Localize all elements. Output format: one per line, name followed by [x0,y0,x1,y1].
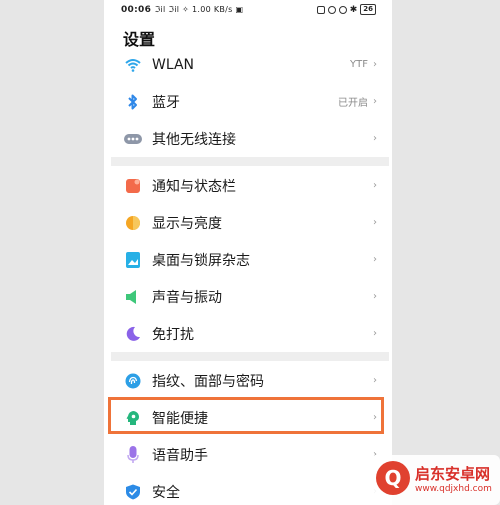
chevron-right-icon: › [373,133,377,144]
moon-icon [124,325,142,343]
watermark-title: 启东安卓网 [415,465,491,483]
bluetooth-status-icon: ✱ [349,4,358,15]
shield-icon [124,483,142,501]
chevron-right-icon: › [373,180,377,191]
settings-item-label: 语音助手 [152,447,208,464]
battery-icon: 26 [360,4,376,15]
settings-item-sound[interactable]: 声音与振动 › [104,278,392,315]
status-signals: ℑil ℑil ✧ 1.00 KB/s ▣ [154,5,244,14]
wallpaper-icon [124,251,142,269]
watermark: Q 启东安卓网 www.qdjxhd.com [370,455,500,505]
settings-item-label: 免打扰 [152,326,194,343]
chevron-right-icon: › [373,217,377,228]
fingerprint-icon [124,372,142,390]
settings-item-label: 显示与亮度 [152,215,222,232]
settings-item-label: 指纹、面部与密码 [152,373,264,390]
settings-item-voice-assistant[interactable]: 语音助手 › [104,436,392,473]
settings-item-wallpaper[interactable]: 桌面与锁屏杂志 › [104,241,392,278]
link-icon [124,130,142,148]
watermark-logo-glyph: Q [384,466,402,490]
status-icons: ✱ 26 [316,4,376,15]
brightness-icon [124,214,142,232]
sound-icon [124,288,142,306]
chevron-right-icon: › [373,96,377,107]
watermark-logo: Q [376,461,410,495]
highlight-box [108,397,384,434]
chevron-right-icon: › [373,291,377,302]
alarm-icon [338,5,347,14]
nfc-icon [316,5,325,14]
settings-item-value: YTF [350,59,368,70]
settings-item-label: 蓝牙 [152,94,180,111]
settings-item-other-wireless[interactable]: 其他无线连接 › [104,120,392,157]
settings-item-value: 已开启 [338,98,368,109]
notification-icon [124,177,142,195]
settings-item-notifications[interactable]: 通知与状态栏 › [104,167,392,204]
status-time: 00:06 ℑil ℑil ✧ 1.00 KB/s ▣ [121,5,243,15]
status-time-text: 00:06 [121,5,152,15]
settings-item-label: WLAN [152,56,195,73]
chevron-right-icon: › [373,254,377,265]
settings-item-label: 安全 [152,484,180,501]
settings-item-label: 桌面与锁屏杂志 [152,252,250,269]
settings-item-bluetooth[interactable]: 蓝牙 已开启 › [104,83,392,120]
chevron-right-icon: › [373,328,377,339]
chevron-right-icon: › [373,59,377,70]
wifi-icon [124,56,142,74]
settings-item-display[interactable]: 显示与亮度 › [104,204,392,241]
battery-level: 26 [363,5,373,13]
settings-item-security[interactable]: 安全 › [104,473,392,505]
settings-item-wlan[interactable]: WLAN YTF › [104,46,392,83]
location-icon [327,5,336,14]
settings-item-do-not-disturb[interactable]: 免打扰 › [104,315,392,352]
settings-item-label: 其他无线连接 [152,131,236,148]
settings-item-fingerprint[interactable]: 指纹、面部与密码 › [104,362,392,399]
status-bar: 00:06 ℑil ℑil ✧ 1.00 KB/s ▣ ✱ 26 [104,0,392,22]
settings-item-label: 声音与振动 [152,289,222,306]
voice-icon [124,445,142,464]
settings-item-label: 通知与状态栏 [152,178,236,195]
chevron-right-icon: › [373,375,377,386]
bluetooth-icon [124,93,142,111]
group-separator [111,352,389,361]
watermark-url: www.qdjxhd.com [415,484,492,494]
group-separator [111,157,389,166]
